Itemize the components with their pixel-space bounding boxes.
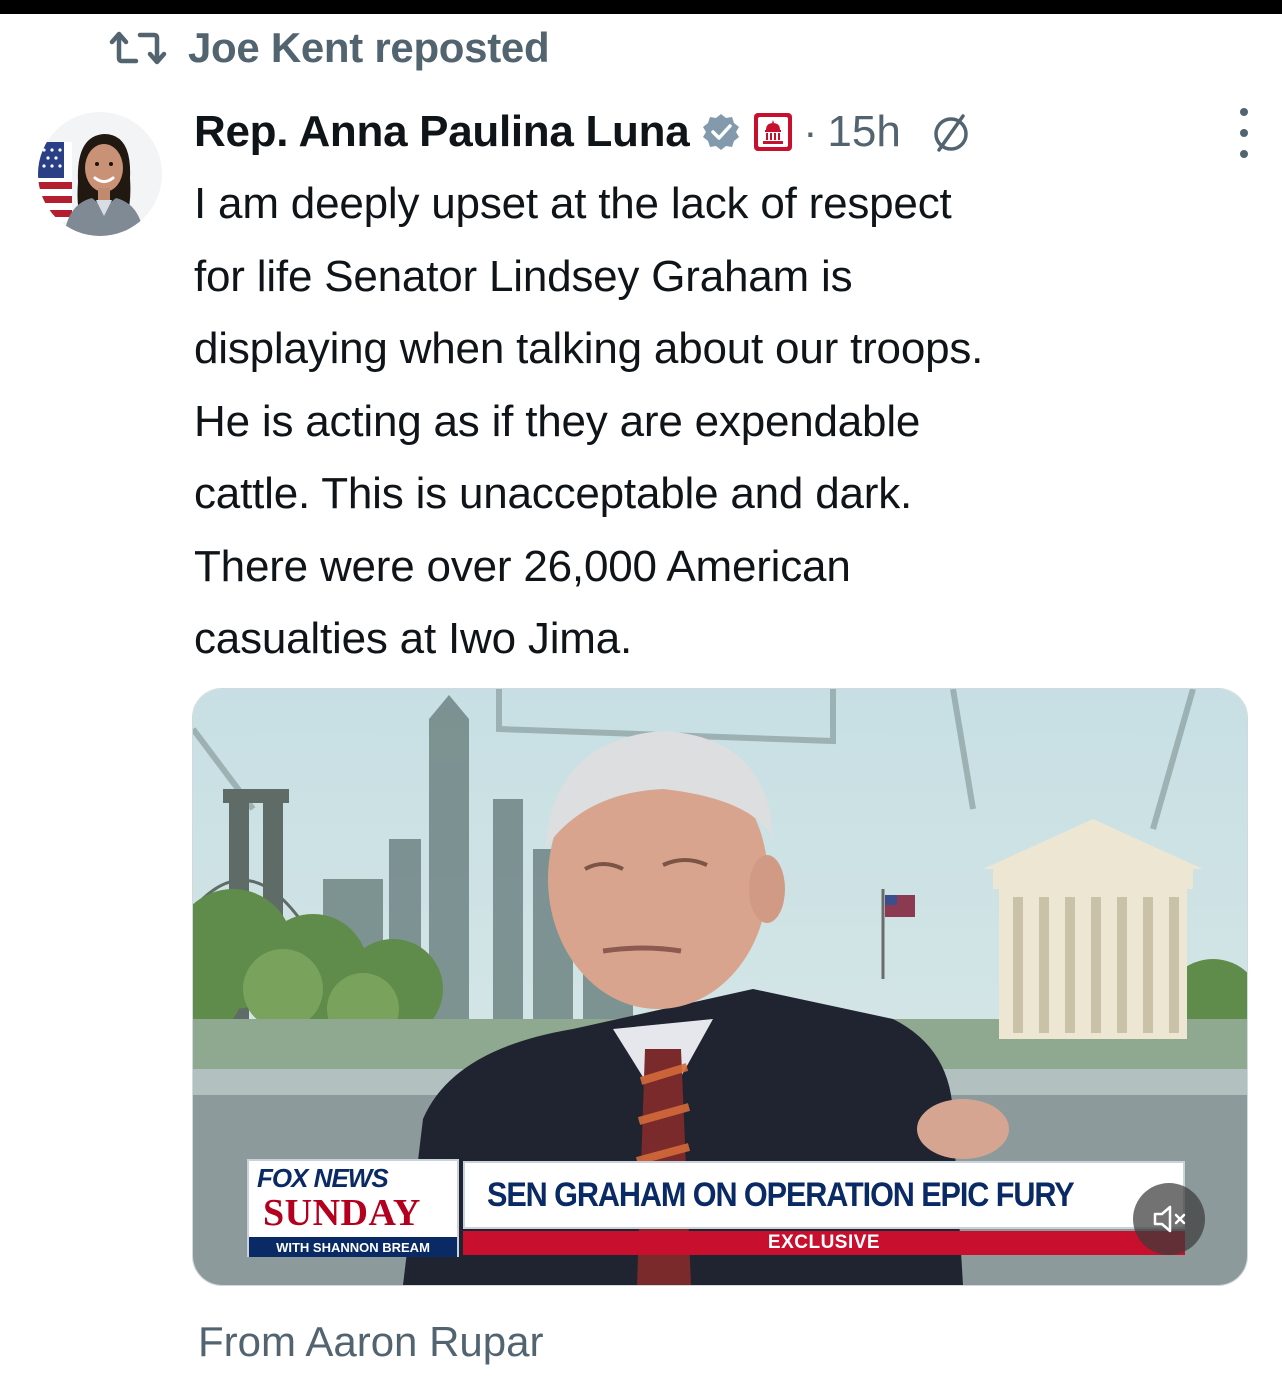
host-bar: WITH SHANNON BREAM [249, 1237, 457, 1257]
repost-indicator[interactable]: Joe Kent reposted [108, 24, 550, 71]
author-name[interactable]: Rep. Anna Paulina Luna [194, 107, 690, 157]
verified-badge-icon[interactable] [701, 112, 741, 152]
more-options-icon[interactable] [1234, 108, 1254, 158]
show-name: SUNDAY [263, 1192, 421, 1234]
repost-icon [109, 31, 167, 65]
news-chyron: FOX NEWS SUNDAY WITH SHANNON BREAM SEN G… [247, 1159, 1185, 1257]
avatar-image [38, 112, 162, 236]
mute-toggle-button[interactable] [1133, 1183, 1205, 1255]
status-bar-strip [0, 0, 1282, 14]
post-timestamp[interactable]: 15h [827, 107, 900, 157]
video-source-caption[interactable]: From Aaron Rupar [198, 1318, 543, 1366]
header-separator: · [803, 108, 818, 155]
restricted-replies-icon [934, 114, 968, 152]
us-government-badge-icon[interactable] [753, 112, 793, 152]
post-body-text: I am deeply upset at the lack of respect… [194, 179, 984, 663]
post-video[interactable]: FOX NEWS SUNDAY WITH SHANNON BREAM SEN G… [192, 688, 1248, 1286]
network-name: FOX NEWS [257, 1163, 389, 1193]
host-name: WITH SHANNON BREAM [276, 1239, 430, 1255]
post-header: Rep. Anna Paulina Luna · 15h [194, 100, 1254, 164]
volume-muted-icon [1153, 1205, 1186, 1233]
chyron-headline-box: SEN GRAHAM ON OPERATION EPIC FURY [463, 1161, 1185, 1229]
fox-news-sunday-logo: FOX NEWS SUNDAY WITH SHANNON BREAM [247, 1159, 459, 1257]
exclusive-tag: EXCLUSIVE [767, 1232, 881, 1253]
repost-text: Joe Kent reposted [188, 24, 550, 71]
author-avatar[interactable] [38, 112, 162, 236]
exclusive-bar: EXCLUSIVE [463, 1231, 1185, 1255]
chyron-headline: SEN GRAHAM ON OPERATION EPIC FURY [487, 1175, 1075, 1214]
